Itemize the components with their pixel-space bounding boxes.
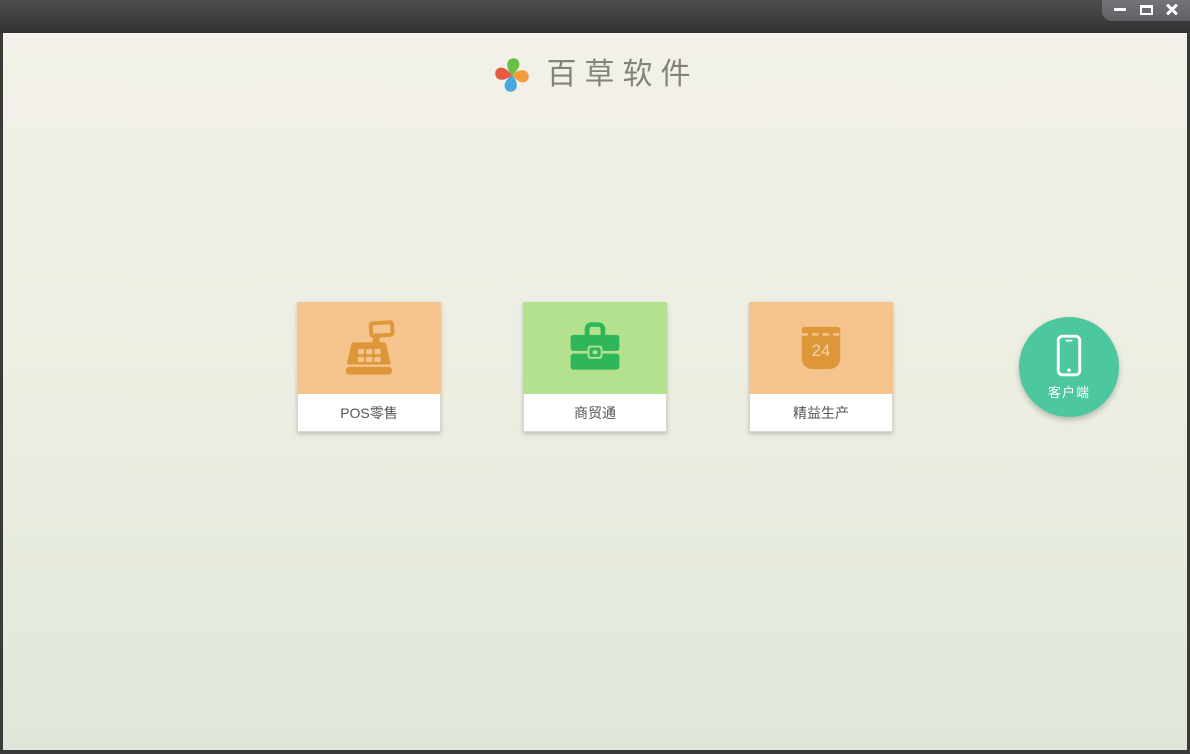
client-button-label: 客户端 (1047, 384, 1090, 400)
product-card-label: 商贸通 (523, 394, 667, 432)
minimize-icon (1114, 8, 1126, 11)
calendar-icon: 24 (801, 327, 841, 369)
pinwheel-logo-icon (494, 58, 529, 92)
product-card-icon-area (297, 302, 441, 394)
cash-register-icon (345, 320, 395, 375)
briefcase-icon (570, 322, 620, 370)
product-card-production[interactable]: 24 精益生产 (749, 302, 893, 432)
maximize-icon (1139, 4, 1153, 15)
product-card-label: 精益生产 (749, 394, 893, 432)
product-card-label: POS零售 (297, 394, 441, 432)
brand-header: 百草软件 (3, 55, 1187, 95)
close-button[interactable] (1163, 2, 1181, 18)
smartphone-icon (1056, 334, 1082, 376)
calendar-day-text: 24 (812, 341, 830, 360)
product-card-pos[interactable]: POS零售 (297, 302, 441, 432)
product-card-trade[interactable]: 商贸通 (523, 302, 667, 432)
client-button[interactable]: 客户端 (1019, 317, 1119, 417)
app-title: 百草软件 (546, 57, 699, 92)
maximize-button[interactable] (1137, 2, 1155, 18)
product-card-icon-area: 24 (749, 302, 893, 394)
minimize-button[interactable] (1111, 2, 1129, 18)
main-content: 百草软件 POS零售 商贸通 24 精益生产 客户端 (3, 33, 1187, 750)
app-window: 百草软件 POS零售 商贸通 24 精益生产 客户端 (0, 0, 1190, 754)
window-controls (1102, 0, 1190, 21)
titlebar[interactable] (0, 0, 1190, 33)
product-card-icon-area (523, 302, 667, 394)
